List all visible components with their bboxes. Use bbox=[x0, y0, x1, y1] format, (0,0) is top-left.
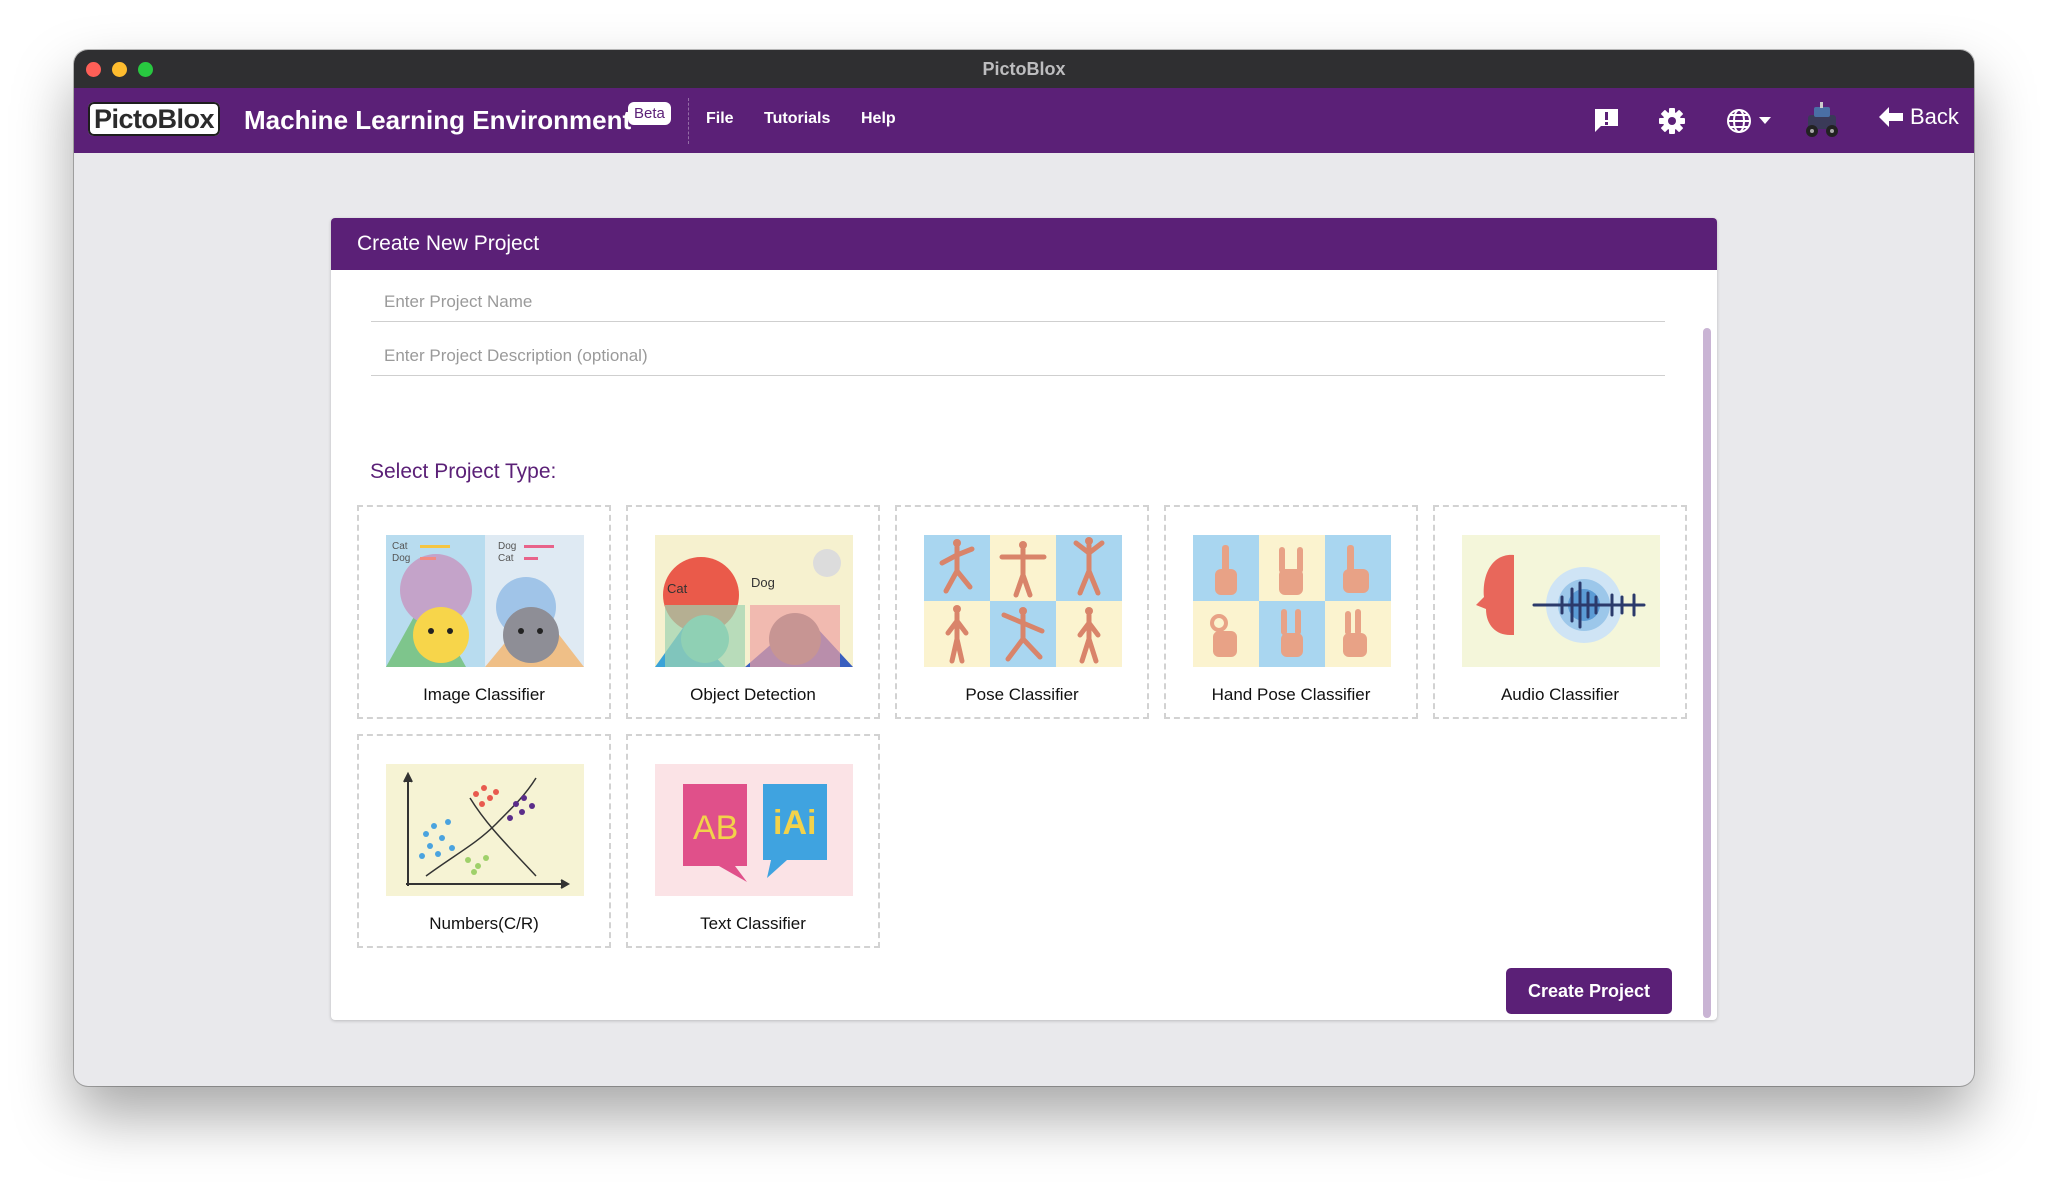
back-button[interactable]: Back bbox=[1878, 104, 1959, 130]
pose-classifier-illustration bbox=[924, 535, 1122, 667]
project-type-label: Audio Classifier bbox=[1500, 685, 1620, 704]
project-type-label: Pose Classifier bbox=[965, 685, 1079, 704]
back-arrow-icon bbox=[1879, 107, 1903, 127]
thumb-label: Dog bbox=[498, 541, 516, 552]
pictoblox-logo[interactable]: PictoBlox bbox=[88, 102, 221, 136]
numbers-illustration bbox=[386, 764, 584, 896]
window-titlebar: PictoBlox bbox=[74, 50, 1974, 89]
dialog-scrollbar[interactable] bbox=[1703, 328, 1711, 1018]
maximize-window-button[interactable] bbox=[138, 62, 153, 77]
create-project-dialog: Create New Project Select Project Type: … bbox=[331, 218, 1717, 1020]
audio-classifier-illustration bbox=[1462, 535, 1660, 667]
close-window-button[interactable] bbox=[86, 62, 101, 77]
text-classifier-illustration: AB iAi bbox=[655, 764, 853, 896]
create-project-button[interactable]: Create Project bbox=[1506, 968, 1672, 1014]
app-title: Machine Learning Environment bbox=[244, 105, 632, 135]
thumb-label: Cat bbox=[498, 553, 514, 564]
project-type-audio-classifier[interactable]: Audio Classifier bbox=[1433, 505, 1687, 719]
project-type-numbers[interactable]: Numbers(C/R) bbox=[357, 734, 611, 948]
project-name-input[interactable] bbox=[371, 282, 1665, 322]
thumb-label: iAi bbox=[773, 804, 816, 842]
project-type-object-detection[interactable]: Cat Dog Object Detection bbox=[626, 505, 880, 719]
object-detection-illustration: Cat Dog bbox=[655, 535, 853, 667]
minimize-window-button[interactable] bbox=[112, 62, 127, 77]
menu-tutorials[interactable]: Tutorials bbox=[764, 110, 830, 128]
project-type-label: Image Classifier bbox=[423, 685, 545, 704]
back-label: Back bbox=[1910, 104, 1959, 129]
project-description-input[interactable] bbox=[371, 336, 1665, 376]
image-classifier-illustration: Cat Dog Dog Cat bbox=[386, 535, 584, 667]
menu-help[interactable]: Help bbox=[861, 110, 896, 128]
project-type-image-classifier[interactable]: Cat Dog Dog Cat Image Classifier bbox=[357, 505, 611, 719]
hand-pose-classifier-illustration bbox=[1193, 535, 1391, 667]
robot-icon[interactable] bbox=[1802, 101, 1842, 139]
project-type-pose-classifier[interactable]: Pose Classifier bbox=[895, 505, 1149, 719]
project-type-hand-pose-classifier[interactable]: Hand Pose Classifier bbox=[1164, 505, 1418, 719]
thumb-label: Dog bbox=[392, 553, 410, 564]
app-header: PictoBlox Machine Learning Environment B… bbox=[74, 88, 1974, 153]
project-type-label: Hand Pose Classifier bbox=[1211, 685, 1371, 704]
window-title: PictoBlox bbox=[982, 58, 1066, 79]
beta-badge: Beta bbox=[628, 102, 671, 125]
dialog-title: Create New Project bbox=[331, 218, 1717, 270]
globe-icon[interactable] bbox=[1726, 107, 1776, 135]
app-window: PictoBlox PictoBlox Machine Learning Env… bbox=[74, 50, 1974, 1086]
thumb-label: Cat bbox=[392, 541, 408, 552]
project-type-label: Text Classifier bbox=[700, 914, 806, 933]
project-type-label: Numbers(C/R) bbox=[429, 914, 539, 933]
project-type-label: Object Detection bbox=[690, 685, 816, 704]
project-type-heading: Select Project Type: bbox=[370, 460, 557, 483]
thumb-label: Cat bbox=[667, 581, 688, 596]
thumb-label: AB bbox=[693, 809, 738, 847]
feedback-icon[interactable] bbox=[1593, 107, 1620, 134]
settings-icon[interactable] bbox=[1658, 107, 1686, 135]
thumb-label: Dog bbox=[751, 575, 775, 590]
menu-file[interactable]: File bbox=[706, 110, 734, 128]
header-divider bbox=[688, 98, 690, 144]
project-type-text-classifier[interactable]: AB iAi Text Classifier bbox=[626, 734, 880, 948]
